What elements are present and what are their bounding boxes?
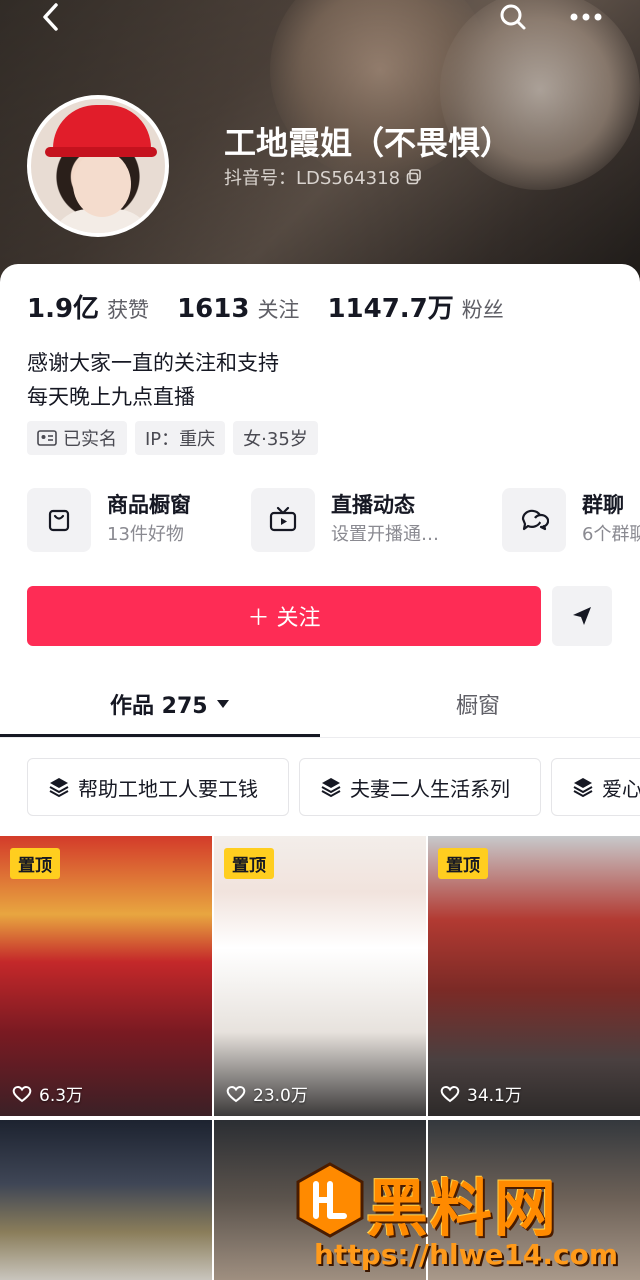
search-button[interactable]: [496, 0, 530, 34]
heart-icon: [440, 1085, 460, 1102]
avatar-face: [73, 151, 131, 217]
profile-name: 工地霞姐（不畏惧）: [224, 124, 513, 162]
feature-title: 群聊: [582, 493, 624, 517]
following-count[interactable]: 1613: [177, 294, 249, 324]
feature-shop-window[interactable]: 商品橱窗 13件好物: [27, 486, 191, 554]
watermark-url: https://hlwe14.com: [314, 1238, 619, 1271]
back-arrow-icon: [43, 3, 58, 31]
avatar-helmet-brim: [45, 147, 157, 157]
tab-works[interactable]: 作品 275: [110, 688, 230, 720]
douyin-id-text: 抖音号：LDS564318: [224, 168, 401, 189]
video-likes: 23.0万: [226, 1081, 308, 1106]
feature-title: 直播动态: [331, 493, 415, 517]
collection-label: 夫妻二人生活系列: [350, 776, 510, 801]
likes-count: 1.9亿: [27, 294, 100, 324]
collection-chips: 帮助工地工人要工钱 夫妻二人生活系列 爱心: [27, 758, 640, 818]
bio-line-1: 感谢大家一直的关注和支持: [27, 351, 279, 375]
shop-bag-icon: [27, 488, 91, 552]
back-button[interactable]: [36, 0, 66, 34]
following-label[interactable]: 关注: [257, 294, 299, 324]
video-likes: 6.3万: [12, 1081, 83, 1106]
pinned-badge: 置顶: [224, 848, 274, 879]
video-thumbnail[interactable]: 置顶 23.0万: [214, 836, 426, 1116]
tab-shop-window[interactable]: 橱窗: [456, 688, 500, 720]
collection-chip[interactable]: 爱心: [551, 758, 640, 816]
video-thumbnail[interactable]: 置顶 6.3万: [0, 836, 212, 1116]
active-tab-indicator: [0, 734, 320, 737]
heart-icon: [226, 1085, 246, 1102]
ip-tag: IP：重庆: [135, 421, 226, 455]
profile-tags: 已实名 IP：重庆 女·35岁: [27, 421, 318, 455]
search-icon: [500, 4, 526, 30]
caret-down-icon: [216, 700, 229, 708]
likes-count-text: 6.3万: [39, 1086, 84, 1106]
likes-count-text: 34.1万: [467, 1086, 522, 1106]
feature-subtitle: 13件好物: [107, 524, 184, 545]
profile-stats: 1.9亿 获赞 1613 关注 1147.7万 粉丝: [27, 288, 532, 325]
follow-button[interactable]: ＋ 关注: [27, 586, 541, 646]
feature-group-chat[interactable]: 群聊 6个群聊: [502, 486, 640, 554]
more-dots-icon: [570, 13, 602, 21]
more-options-button[interactable]: [566, 0, 606, 34]
gender-age-tag: 女·35岁: [233, 421, 318, 455]
feature-live-updates[interactable]: 直播动态 设置开播通…: [251, 486, 439, 554]
profile-header-background: 工地霞姐（不畏惧） 抖音号：LDS564318: [0, 0, 640, 290]
chat-bubbles-icon: [502, 488, 566, 552]
copy-icon[interactable]: [406, 169, 422, 185]
douyin-id[interactable]: 抖音号：LDS564318: [224, 164, 422, 190]
verified-label: 已实名: [63, 429, 117, 450]
bio: 感谢大家一直的关注和支持 每天晚上九点直播: [27, 346, 279, 414]
layers-icon: [321, 778, 341, 798]
content-tabs: 作品 275 橱窗: [0, 678, 640, 738]
likes-label: 获赞: [107, 298, 150, 322]
watermark: 黑料网 https://hlwe14.com: [294, 1158, 640, 1280]
collection-chip[interactable]: 夫妻二人生活系列: [299, 758, 541, 816]
avatar[interactable]: [27, 95, 169, 237]
tab-works-label: 作品 275: [110, 694, 208, 719]
likes-count-text: 23.0万: [253, 1086, 308, 1106]
feature-subtitle: 设置开播通…: [331, 524, 439, 545]
verified-tag: 已实名: [27, 421, 127, 455]
heart-icon: [12, 1085, 32, 1102]
feature-subtitle: 6个群聊: [582, 524, 640, 545]
bio-line-2: 每天晚上九点直播: [27, 385, 195, 409]
video-likes: 34.1万: [440, 1081, 522, 1106]
collection-label: 帮助工地工人要工钱: [78, 776, 258, 801]
layers-icon: [49, 778, 69, 798]
pinned-badge: 置顶: [10, 848, 60, 879]
followers-count[interactable]: 1147.7万: [327, 288, 453, 325]
pinned-badge: 置顶: [438, 848, 488, 879]
feature-row: 商品橱窗 13件好物 直播动态 设置开播通… 群聊 6个群聊: [27, 486, 640, 554]
followers-label[interactable]: 粉丝: [462, 294, 504, 324]
collection-chip[interactable]: 帮助工地工人要工钱: [27, 758, 289, 816]
send-arrow-icon: [573, 607, 591, 625]
layers-icon: [573, 778, 593, 798]
watermark-logo-icon: [296, 1162, 364, 1238]
live-tv-icon: [251, 488, 315, 552]
share-button[interactable]: [552, 586, 612, 646]
id-card-icon: [37, 430, 57, 446]
feature-title: 商品橱窗: [107, 493, 191, 517]
video-thumbnail[interactable]: 置顶 34.1万: [428, 836, 640, 1116]
video-thumbnail[interactable]: [0, 1120, 212, 1280]
collection-label: 爱心: [602, 776, 640, 801]
watermark-title: 黑料网: [366, 1172, 559, 1245]
